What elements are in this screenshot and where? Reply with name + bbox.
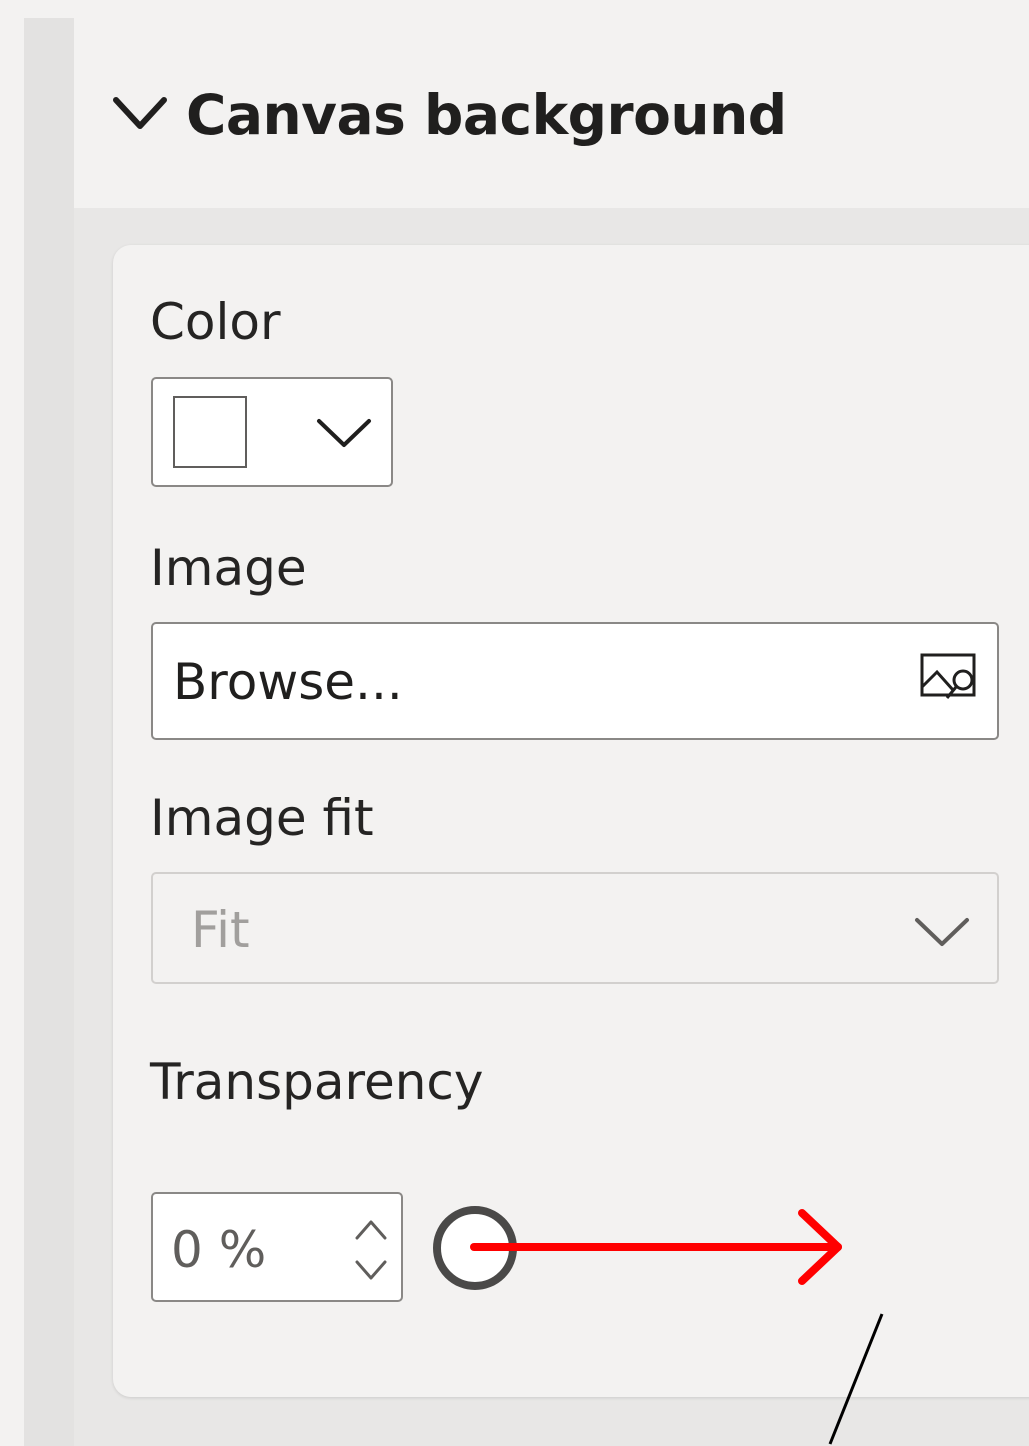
transparency-input[interactable]: 0 %	[151, 1192, 403, 1302]
image-label: Image	[150, 539, 307, 597]
chevron-down-icon	[317, 419, 371, 447]
image-fit-value: Fit	[191, 901, 250, 959]
transparency-value: 0 %	[171, 1221, 267, 1279]
image-fit-dropdown[interactable]: Fit	[151, 872, 999, 984]
image-browse-input[interactable]: Browse...	[151, 622, 999, 740]
chevron-down-icon	[915, 918, 969, 946]
panel-gutter	[24, 18, 74, 1446]
browse-text: Browse...	[173, 653, 403, 711]
chevron-down-icon[interactable]	[353, 1258, 389, 1284]
left-strip	[0, 0, 24, 1446]
transparency-label: Transparency	[150, 1053, 484, 1111]
image-search-icon[interactable]	[919, 652, 979, 706]
image-fit-label: Image fit	[150, 789, 374, 847]
format-pane: Canvas background Color Image Browse... …	[0, 0, 1029, 1446]
top-strip	[0, 0, 1029, 18]
color-label: Color	[150, 293, 281, 351]
color-swatch	[173, 396, 247, 468]
section-title: Canvas background	[186, 83, 787, 147]
chevron-down-icon[interactable]	[110, 94, 170, 134]
transparency-slider-thumb[interactable]	[433, 1206, 517, 1290]
color-picker[interactable]	[151, 377, 393, 487]
chevron-up-icon[interactable]	[353, 1216, 389, 1242]
